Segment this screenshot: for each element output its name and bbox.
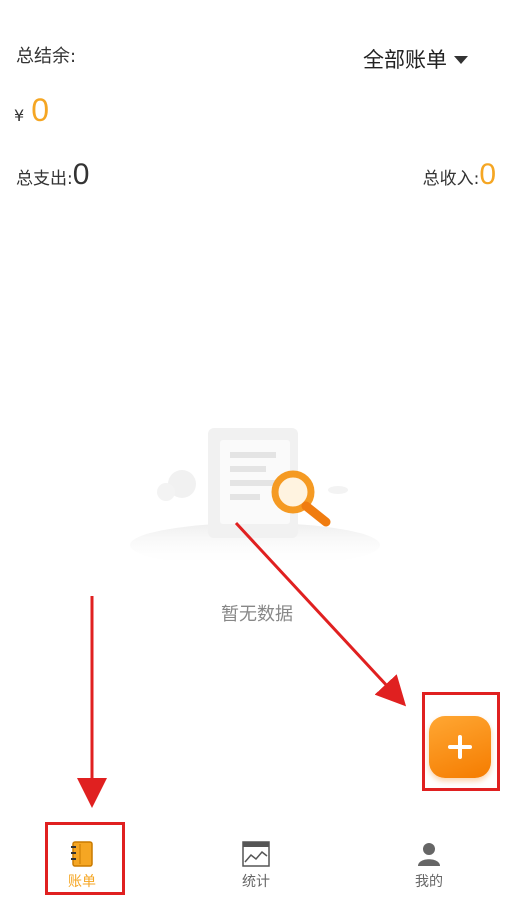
tab-highlight-box — [45, 822, 125, 895]
income-label: 总收入: — [422, 169, 480, 189]
balance-value: 0 — [31, 92, 49, 128]
add-record-button[interactable] — [429, 716, 491, 778]
tab-stats-label: 统计 — [242, 874, 270, 890]
tab-mine-label: 我的 — [415, 874, 443, 890]
user-icon — [416, 840, 442, 868]
currency-symbol: ¥ — [14, 106, 25, 125]
bill-filter-label: 全部账单 — [363, 48, 447, 72]
summary-panel: 总结余: 全部账单 ¥ 0 总支出: 0 总收入: 0 — [0, 0, 514, 210]
tab-mine[interactable]: 我的 — [369, 822, 489, 897]
plus-icon-vertical — [458, 735, 462, 759]
tab-stats[interactable]: 统计 — [196, 822, 316, 897]
balance-label: 总结余: — [16, 46, 77, 67]
income-value: 0 — [479, 158, 496, 191]
income-row: 总收入: 0 — [423, 158, 496, 192]
document-search-illustration — [130, 428, 380, 560]
caret-down-icon — [454, 56, 468, 64]
empty-state: 暂无数据 — [0, 420, 514, 630]
balance-row: ¥ 0 — [14, 92, 49, 129]
chart-icon — [242, 840, 270, 868]
expense-label: 总支出: — [16, 169, 73, 189]
expense-value: 0 — [72, 158, 90, 191]
bill-filter-dropdown[interactable]: 全部账单 — [363, 44, 468, 74]
expense-row: 总支出: 0 — [16, 158, 89, 192]
empty-message: 暂无数据 — [221, 604, 293, 625]
